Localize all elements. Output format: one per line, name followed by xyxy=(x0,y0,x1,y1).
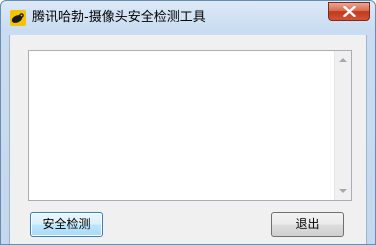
exit-button[interactable]: 退出 xyxy=(271,212,344,237)
window-title: 腾讯哈勃-摄像头安全检测工具 xyxy=(32,10,206,25)
scroll-down-arrow-icon[interactable] xyxy=(339,189,347,193)
client-area: 安全检测 退出 xyxy=(9,35,367,244)
webcam-app-icon xyxy=(10,10,26,26)
vertical-scrollbar[interactable] xyxy=(334,51,351,200)
output-textarea[interactable] xyxy=(28,50,352,201)
scroll-up-arrow-icon[interactable] xyxy=(339,58,347,62)
close-button[interactable] xyxy=(328,2,370,21)
title-bar[interactable]: 腾讯哈勃-摄像头安全检测工具 xyxy=(1,1,375,35)
close-icon xyxy=(343,6,356,17)
security-scan-button[interactable]: 安全检测 xyxy=(30,212,103,237)
app-window: 腾讯哈勃-摄像头安全检测工具 安全检测 退出 xyxy=(0,0,376,245)
